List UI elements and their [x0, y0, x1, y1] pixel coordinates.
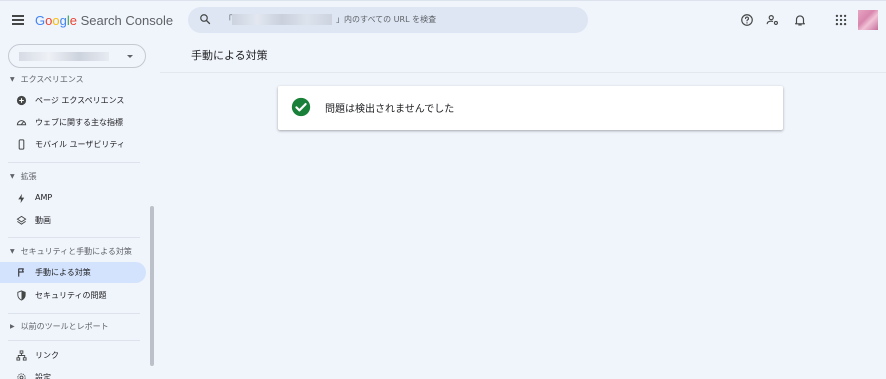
- sidebar-item-label: ウェブに関する主な指標: [35, 118, 123, 127]
- sidebar-item-mobile-usability[interactable]: モバイル ユーザビリティ: [0, 134, 146, 155]
- chevron-down-icon: [127, 55, 133, 58]
- status-card: 問題は検出されませんでした: [278, 86, 783, 130]
- sidebar-item-security-issues[interactable]: セキュリティの問題: [0, 285, 146, 306]
- divider: [160, 72, 886, 73]
- section-header-label: 拡張: [20, 172, 37, 181]
- check-circle-icon: [291, 97, 311, 117]
- sidebar-item-label: リンク: [35, 351, 59, 360]
- section-header-label: セキュリティと手動による対策: [20, 247, 132, 256]
- main-menu-icon[interactable]: [12, 15, 24, 25]
- avatar[interactable]: [858, 10, 878, 30]
- app-logo[interactable]: Google Search Console: [35, 13, 173, 28]
- shield-icon: [17, 290, 26, 301]
- section-header-label: 以前のツールとレポート: [20, 322, 109, 331]
- section-header-enhancements[interactable]: ▼ 拡張: [10, 171, 37, 182]
- sidebar-item-label: セキュリティの問題: [35, 291, 107, 300]
- section-header-security-manual-actions[interactable]: ▼ セキュリティと手動による対策: [10, 246, 132, 257]
- sidebar-item-label: AMP: [35, 193, 53, 202]
- divider: [8, 313, 140, 314]
- smartphone-icon: [18, 139, 25, 150]
- chevron-down-icon: ▼: [10, 76, 15, 83]
- help-icon[interactable]: [740, 13, 754, 27]
- sidebar-item-settings[interactable]: 設定: [0, 367, 146, 379]
- sidebar-item-core-web-vitals[interactable]: ウェブに関する主な指標: [0, 112, 146, 133]
- bolt-icon: [18, 193, 25, 204]
- redacted-property-name: [19, 52, 109, 61]
- sidebar-item-label: 設定: [35, 373, 51, 379]
- sidebar-item-links[interactable]: リンク: [0, 345, 146, 366]
- apps-grid-icon[interactable]: [834, 13, 848, 27]
- redacted-property-url: [232, 14, 332, 25]
- section-header-label: エクスペリエンス: [20, 75, 84, 84]
- property-selector[interactable]: [8, 44, 146, 68]
- top-app-bar: Google Search Console 「 」内のすべての URL を検査: [0, 0, 886, 38]
- sidebar-item-manual-actions[interactable]: 手動による対策: [0, 262, 146, 283]
- chevron-right-icon: ▶: [10, 323, 15, 330]
- layers-icon: [16, 215, 27, 225]
- sidebar-item-label: ページ エクスペリエンス: [35, 96, 125, 105]
- section-header-experience[interactable]: ▼ エクスペリエンス: [10, 74, 84, 85]
- notifications-icon[interactable]: [793, 13, 807, 27]
- manage-accounts-icon[interactable]: [766, 13, 780, 27]
- sidebar-item-page-experience[interactable]: ページ エクスペリエンス: [0, 90, 146, 111]
- flag-icon: [18, 268, 24, 277]
- sidebar-item-label: モバイル ユーザビリティ: [35, 140, 125, 149]
- sidebar: ▼ エクスペリエンス ページ エクスペリエンス ウェブに関する主な指標 モバイル …: [0, 38, 160, 379]
- logo-letter: e: [69, 13, 77, 28]
- url-inspection-search-input[interactable]: 「 」内のすべての URL を検査: [188, 7, 588, 33]
- search-placeholder: 」内のすべての URL を検査: [336, 15, 437, 24]
- divider: [8, 237, 140, 238]
- sidebar-scrollbar[interactable]: [150, 206, 154, 366]
- sidebar-item-amp[interactable]: AMP: [0, 188, 146, 209]
- divider: [8, 162, 140, 163]
- chevron-down-icon: ▼: [10, 248, 15, 255]
- chevron-down-icon: ▼: [10, 173, 15, 180]
- section-header-legacy-tools[interactable]: ▶ 以前のツールとレポート: [10, 321, 109, 332]
- plus-circle-icon: [16, 95, 27, 106]
- divider: [8, 340, 140, 341]
- page-title: 手動による対策: [191, 49, 268, 62]
- sidebar-item-label: 動画: [35, 216, 51, 225]
- status-message: 問題は検出されませんでした: [325, 104, 455, 115]
- product-name: Search Console: [80, 13, 174, 28]
- sitemap-icon: [16, 350, 27, 361]
- logo-letter: G: [35, 13, 46, 28]
- sidebar-item-video[interactable]: 動画: [0, 210, 146, 231]
- search-icon[interactable]: [199, 13, 211, 25]
- gauge-icon: [16, 120, 27, 126]
- logo-letter: g: [59, 13, 67, 28]
- settings-icon: [17, 373, 26, 379]
- logo-letter: o: [52, 13, 60, 28]
- sidebar-item-label: 手動による対策: [35, 268, 91, 277]
